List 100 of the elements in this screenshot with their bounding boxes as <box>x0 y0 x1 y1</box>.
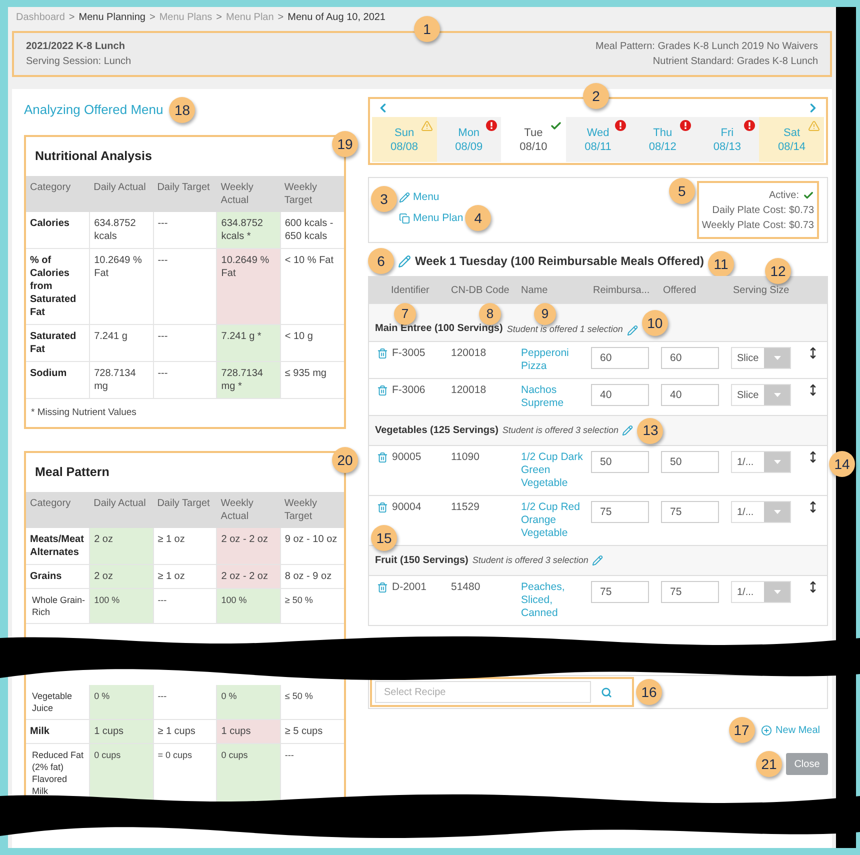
code-cell-text: 120018 <box>450 347 488 360</box>
reimbursable-input[interactable]: 75 <box>591 581 649 603</box>
table-cell: 1 cups <box>90 720 154 744</box>
callout-badge: 2 <box>583 83 609 109</box>
daily-plate-cost: Daily Plate Cost: $0.73 <box>712 204 814 218</box>
column-header: Category <box>26 492 90 528</box>
reimbursable-input[interactable]: 50 <box>591 451 649 473</box>
error-icon <box>680 120 691 131</box>
column-header: Category <box>26 176 90 212</box>
group-note: Student is offered 1 selection <box>506 322 623 336</box>
serving-size-select[interactable]: 1/... <box>731 451 791 473</box>
offered-input[interactable]: 75 <box>661 501 719 523</box>
caret-icon <box>774 460 780 464</box>
table-cell: --- <box>153 685 217 720</box>
pencil-icon[interactable] <box>626 325 638 336</box>
nutrient-standard-label: Nutrient Standard: Grades K-8 Lunch <box>652 55 818 69</box>
table-cell: 728.7134 mg <box>90 361 154 398</box>
table-cell: ≤ 50 % <box>280 685 344 720</box>
callout-badge: 19 <box>332 131 358 157</box>
trash-icon[interactable] <box>377 385 388 396</box>
check-icon <box>550 120 562 132</box>
offered-input[interactable]: 60 <box>661 347 719 369</box>
column-header: Daily Actual <box>90 492 154 528</box>
callout-badge: 17 <box>728 717 755 743</box>
category-cell: % of Calories from Saturated Fat <box>26 248 90 324</box>
group-note: Student is offered 3 selection <box>502 424 618 437</box>
error-icon <box>486 120 498 131</box>
meal-pattern-label: Meal Pattern: Grades K-8 Lunch 2019 No Waivers <box>595 40 818 54</box>
table-cell: < 10 g <box>280 324 344 362</box>
callout-badge: 13 <box>637 418 664 444</box>
select-recipe-field[interactable]: Select Recipe <box>375 681 591 703</box>
category-cell: Sodium <box>26 361 90 398</box>
identifier-cell: F-3005 <box>392 347 426 360</box>
pencil-icon[interactable] <box>398 254 411 268</box>
caret-icon <box>774 356 780 360</box>
active-label: Active: <box>768 188 799 202</box>
serving-size-select[interactable]: 1/... <box>731 501 791 523</box>
trash-icon[interactable] <box>377 452 388 463</box>
table-cell: ≥ 1 oz <box>153 564 217 588</box>
plan-title: 2021/2022 K-8 Lunch <box>26 40 126 54</box>
warning-icon <box>420 120 433 132</box>
group-title: Fruit (150 Servings) <box>375 554 468 568</box>
table-cell: 10.2649 % Fat <box>216 248 280 324</box>
offered-input[interactable]: 50 <box>661 451 719 473</box>
column-header: Name <box>520 284 549 298</box>
error-icon <box>615 120 626 131</box>
callout-badge: 4 <box>465 205 492 231</box>
breadcrumb-separator: > <box>216 10 222 24</box>
category-cell: Milk <box>26 720 90 744</box>
category-cell: Meats/Meat Alternates <box>26 528 90 564</box>
reimbursable-input[interactable]: 75 <box>591 501 649 523</box>
table-cell: 0 % <box>90 685 154 720</box>
trash-icon[interactable] <box>377 582 388 593</box>
serving-size-select[interactable]: Slice <box>731 384 791 406</box>
serving-size-select[interactable]: Slice <box>731 347 791 369</box>
table-cell: --- <box>153 212 217 248</box>
trash-icon[interactable] <box>377 348 388 359</box>
reimbursable-input[interactable]: 40 <box>591 384 649 406</box>
pencil-icon <box>399 192 410 203</box>
callout-badge: 16 <box>636 679 662 705</box>
serving-size-select[interactable]: 1/... <box>731 581 791 603</box>
pencil-icon[interactable] <box>592 555 604 566</box>
offered-input[interactable]: 40 <box>661 384 719 406</box>
search-icon[interactable] <box>601 686 612 698</box>
error-icon <box>744 120 756 131</box>
week-title: Week 1 Tuesday (100 Reimbursable Meals Offered) <box>415 253 704 270</box>
caret-icon <box>774 510 780 514</box>
offered-input[interactable]: 75 <box>661 581 719 603</box>
breadcrumb-link[interactable]: Menu Planning <box>78 10 146 24</box>
column-header: Daily Target <box>153 492 217 528</box>
copy-icon <box>399 212 410 224</box>
trash-icon[interactable] <box>377 502 388 513</box>
column-header: Weekly Actual <box>216 176 280 212</box>
column-header: Weekly Actual <box>216 492 280 528</box>
category-cell: Saturated Fat <box>26 324 90 362</box>
code-cell-text: 11090 <box>450 451 480 464</box>
reimbursable-input[interactable]: 60 <box>591 347 649 369</box>
table-cell: 1 cups <box>216 720 280 744</box>
category-cell: Grains <box>26 564 90 588</box>
table-cell: ≥ 1 oz <box>153 528 217 564</box>
warning-icon <box>808 120 820 132</box>
plus-icon <box>760 724 772 736</box>
table-cell: 7.241 g * <box>216 324 280 362</box>
callout-badge: 18 <box>169 97 196 123</box>
section-title: Analyzing Offered Menu <box>24 101 164 120</box>
caret-icon <box>774 393 780 397</box>
table-cell: 728.7134 mg * <box>216 361 280 398</box>
column-header: Daily Target <box>153 176 217 212</box>
table-cell: --- <box>153 248 217 324</box>
column-header: CN-DB Code <box>450 284 510 298</box>
breadcrumb-separator: > <box>149 10 156 24</box>
pencil-icon[interactable] <box>622 425 634 436</box>
column-header: Reimbursa... <box>592 284 651 298</box>
table-cell: 7.241 g <box>90 324 154 362</box>
callout-badge: 21 <box>756 751 782 777</box>
breadcrumb-link[interactable]: Menu of Aug 10, 2021 <box>288 10 386 24</box>
card-title: Nutritional Analysis <box>34 148 153 165</box>
weekly-plate-cost: Weekly Plate Cost: $0.73 <box>702 218 814 232</box>
table-cell: = 0 cups <box>153 744 217 803</box>
breadcrumb-separator: > <box>278 10 284 24</box>
